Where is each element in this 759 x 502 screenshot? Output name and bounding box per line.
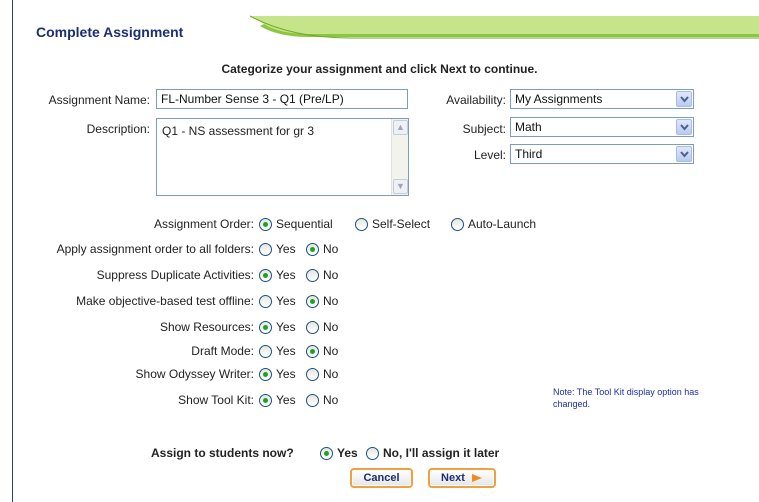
order-sequential-label: Sequential [276, 217, 333, 231]
toolkit-note: Note: The Tool Kit display option has ch… [553, 387, 699, 409]
writer-no-radio[interactable] [306, 368, 319, 381]
availability-value: My Assignments [515, 92, 603, 106]
resources-yes-label: Yes [276, 320, 296, 334]
draft-yes-label: Yes [276, 344, 296, 358]
order-auto-launch-label: Auto-Launch [468, 217, 537, 231]
cancel-button-label: Cancel [363, 472, 400, 484]
writer-yes-radio[interactable] [259, 368, 272, 381]
apply-order-no-label: No [323, 242, 339, 256]
description-label: Description: [86, 122, 150, 136]
subject-select[interactable]: Math [510, 117, 694, 137]
toolkit-no-label: No [323, 393, 339, 407]
apply-order-no-radio[interactable] [306, 243, 319, 256]
page-title: Complete Assignment [36, 24, 184, 40]
show-resources-label: Show Resources: [159, 320, 254, 334]
suppress-yes-label: Yes [276, 268, 296, 282]
offline-no-radio[interactable] [306, 295, 319, 308]
header-swoosh [250, 15, 759, 39]
suppress-yes-radio[interactable] [259, 269, 272, 282]
draft-yes-radio[interactable] [259, 345, 272, 358]
level-label: Level: [473, 148, 506, 162]
level-select[interactable]: Third [510, 144, 694, 164]
subject-value: Math [515, 120, 542, 134]
draft-mode-label: Draft Mode: [191, 344, 254, 358]
assignment-name-label: Assignment Name: [48, 93, 150, 107]
draft-no-label: No [323, 344, 339, 358]
next-button-label: Next [441, 472, 465, 484]
scroll-down-icon[interactable]: ▼ [393, 179, 408, 194]
toolkit-yes-radio[interactable] [259, 394, 272, 407]
chevron-down-icon[interactable] [676, 119, 692, 135]
order-sequential-radio[interactable] [259, 218, 272, 231]
description-text: Q1 - NS assessment for gr 3 [162, 124, 315, 138]
subject-label: Subject: [462, 122, 506, 136]
availability-label: Availability: [446, 93, 506, 107]
chevron-down-icon[interactable] [676, 91, 692, 107]
assignment-order-label: Assignment Order: [153, 217, 254, 231]
suppress-no-radio[interactable] [306, 269, 319, 282]
writer-no-label: No [323, 367, 339, 381]
suppress-duplicates-label: Suppress Duplicate Activities: [96, 268, 254, 282]
show-toolkit-label: Show Tool Kit: [178, 393, 254, 407]
toolkit-yes-label: Yes [276, 393, 296, 407]
assign-yes-radio[interactable] [320, 447, 333, 460]
description-input[interactable]: Q1 - NS assessment for gr 3 ▲ ▼ [156, 118, 409, 196]
suppress-no-label: No [323, 268, 339, 282]
order-self-select-label: Self-Select [372, 217, 431, 231]
order-self-select-radio[interactable] [355, 218, 368, 231]
availability-select[interactable]: My Assignments [510, 89, 694, 109]
offline-no-label: No [323, 294, 339, 308]
instructions: Categorize your assignment and click Nex… [221, 62, 538, 76]
next-button[interactable]: Next [428, 468, 496, 488]
assign-yes-label: Yes [337, 446, 358, 460]
resources-no-radio[interactable] [306, 321, 319, 334]
assign-later-label: No, I'll assign it later [383, 446, 500, 460]
assign-now-label: Assign to students now? [151, 446, 294, 460]
draft-no-radio[interactable] [306, 345, 319, 358]
show-writer-label: Show Odyssey Writer: [135, 367, 254, 381]
apply-order-yes-radio[interactable] [259, 243, 272, 256]
arrow-right-icon [471, 474, 482, 483]
chevron-down-icon[interactable] [676, 146, 692, 162]
offline-yes-label: Yes [276, 294, 296, 308]
toolkit-no-radio[interactable] [306, 394, 319, 407]
apply-order-yes-label: Yes [276, 242, 296, 256]
objective-offline-label: Make objective-based test offline: [76, 294, 254, 308]
assignment-name-input[interactable]: FL-Number Sense 3 - Q1 (Pre/LP) [156, 89, 408, 109]
cancel-button[interactable]: Cancel [350, 468, 413, 488]
assign-later-radio[interactable] [366, 447, 379, 460]
apply-order-label: Apply assignment order to all folders: [56, 242, 254, 256]
writer-yes-label: Yes [276, 367, 296, 381]
offline-yes-radio[interactable] [259, 295, 272, 308]
resources-yes-radio[interactable] [259, 321, 272, 334]
resources-no-label: No [323, 320, 339, 334]
level-value: Third [515, 147, 543, 161]
order-auto-launch-radio[interactable] [451, 218, 464, 231]
